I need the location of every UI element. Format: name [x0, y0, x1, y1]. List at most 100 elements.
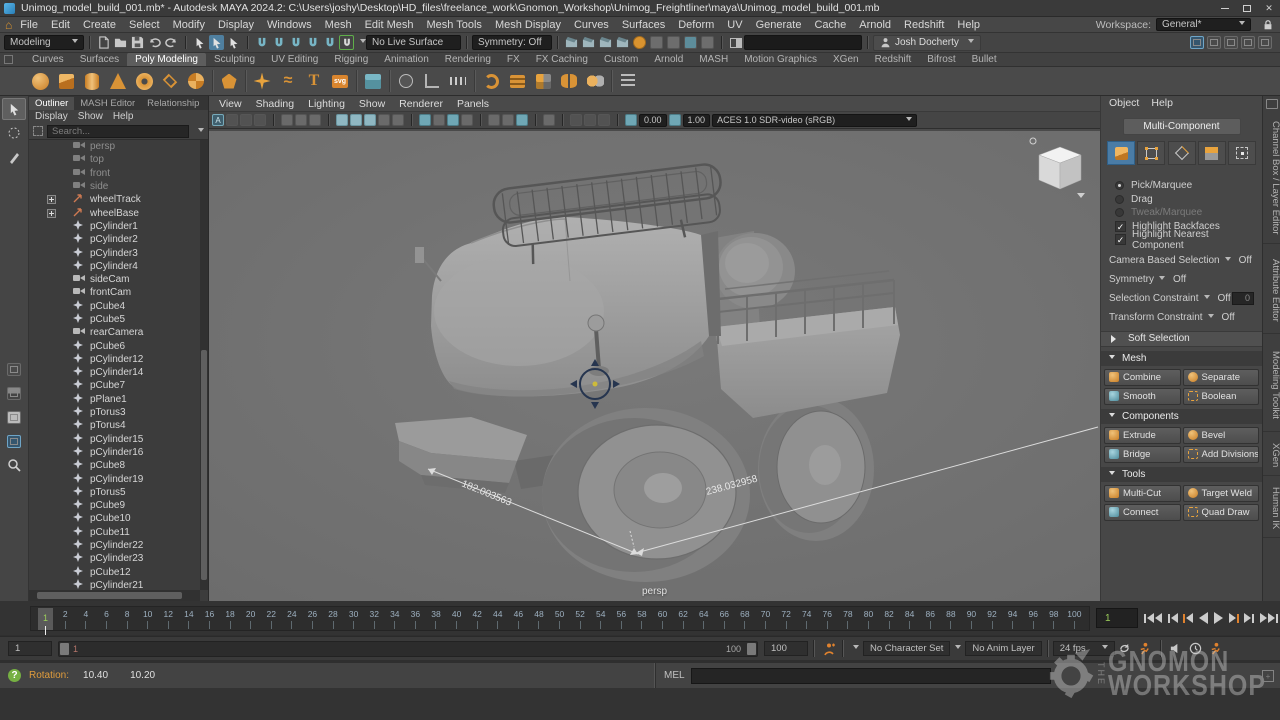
outliner-item[interactable]: pCylinder1 [29, 220, 200, 233]
paint-select-tool[interactable] [2, 146, 26, 168]
shelf-origin-icon[interactable] [448, 71, 468, 91]
radio-pick-marquee[interactable]: Pick/Marquee [1101, 179, 1262, 193]
outliner-item[interactable]: sideCam [29, 273, 200, 286]
outliner-item[interactable]: pCylinder12 [29, 353, 200, 366]
timeline-ruler[interactable]: 1 24681012141618202224262830323436384042… [30, 606, 1090, 631]
command-line-input[interactable] [691, 668, 1051, 684]
workspace-selector[interactable]: General* [1156, 18, 1251, 31]
menu-item[interactable]: Mesh Display [495, 19, 561, 31]
shelf-svg-icon[interactable]: svg [330, 71, 350, 91]
outliner-item[interactable]: rearCamera [29, 326, 200, 339]
paint-effects-icon[interactable] [666, 35, 681, 50]
shelf-tab[interactable]: Curves [24, 53, 72, 66]
lock-camera-icon[interactable] [226, 114, 238, 126]
go-to-start-button[interactable] [1144, 611, 1162, 625]
viewport-menu-item[interactable]: Shading [256, 98, 295, 110]
shelf-text-icon[interactable]: T [304, 71, 324, 91]
outliner-item[interactable]: pCylinder23 [29, 552, 200, 565]
minimize-button[interactable] [1214, 0, 1236, 16]
vertex-mode-button[interactable] [1137, 141, 1165, 165]
outliner-item[interactable]: front [29, 167, 200, 180]
snap-viewplane-icon[interactable] [322, 35, 337, 50]
layout-single-pane-button[interactable] [2, 358, 26, 380]
menu-item[interactable]: Surfaces [622, 19, 665, 31]
use-all-lights-icon[interactable] [378, 114, 390, 126]
menu-item[interactable]: Curves [574, 19, 609, 31]
outliner-horizontal-scrollbar[interactable] [29, 590, 200, 601]
outliner-item[interactable]: top [29, 153, 200, 166]
hypershade-icon[interactable] [683, 35, 698, 50]
select-camera-icon[interactable]: A [212, 114, 224, 126]
setting-symmetry[interactable]: SymmetryOff [1101, 270, 1262, 289]
menu-item[interactable]: Select [129, 19, 160, 31]
outliner-menu-item[interactable]: Help [113, 111, 134, 122]
snap-projected-icon[interactable] [305, 35, 320, 50]
field-chart-icon[interactable] [584, 114, 596, 126]
shelf-tab[interactable]: Sculpting [206, 53, 263, 66]
menu-item[interactable]: UV [727, 19, 742, 31]
shelf-node-icon[interactable] [396, 71, 416, 91]
outliner-item[interactable]: frontCam [29, 286, 200, 299]
menu-item[interactable]: Generate [756, 19, 802, 31]
outliner-item[interactable]: pCylinder15 [29, 433, 200, 446]
outliner-item[interactable]: pCube10 [29, 512, 200, 525]
close-button[interactable]: ✕ [1258, 0, 1280, 16]
render-icon[interactable] [564, 35, 579, 50]
outliner-tab[interactable]: Relationship [141, 97, 205, 110]
shelf-list-icon[interactable] [618, 71, 638, 91]
section-header-tools[interactable]: Tools [1101, 467, 1262, 482]
menu-set-selector[interactable]: Modeling [4, 35, 84, 50]
make-live-icon[interactable] [339, 35, 354, 50]
tab-attribute-editor[interactable]: Attribute Editor [1263, 248, 1280, 334]
screen-space-ao-icon[interactable] [419, 114, 431, 126]
setting-camera-based-selection[interactable]: Camera Based SelectionOff [1101, 251, 1262, 270]
viewport-menu-item[interactable]: View [219, 98, 242, 110]
multi-component-mode-button[interactable] [1228, 141, 1256, 165]
gate-mask-icon[interactable] [570, 114, 582, 126]
menu-item[interactable]: Cache [814, 19, 846, 31]
outliner-tab[interactable]: Outliner [29, 97, 74, 110]
sidebar-modeling-toolkit-toggle[interactable] [1190, 36, 1204, 49]
open-scene-icon[interactable] [113, 35, 128, 50]
shelf-tab[interactable]: Rendering [437, 53, 499, 66]
outliner-item[interactable]: pCylinder22 [29, 539, 200, 552]
exposure-field[interactable]: 0.00 [639, 114, 667, 127]
menu-item[interactable]: Redshift [904, 19, 944, 31]
shelf-tab[interactable]: Motion Graphics [736, 53, 825, 66]
no-texture-icon[interactable] [649, 35, 664, 50]
menu-item[interactable]: Display [218, 19, 254, 31]
menu-item[interactable]: Mesh [325, 19, 352, 31]
viewport-menu-item[interactable]: Renderer [399, 98, 443, 110]
object-mode-button[interactable] [1107, 141, 1135, 165]
viewport-menu-item[interactable]: Show [359, 98, 385, 110]
shelf-tab[interactable]: XGen [825, 53, 867, 66]
outliner-item[interactable]: wheelTrack [29, 193, 200, 206]
auto-key-icon[interactable] [1135, 642, 1155, 655]
select-component-icon[interactable] [226, 35, 241, 50]
home-icon[interactable]: ⌂ [5, 18, 12, 32]
outliner-item[interactable]: pCylinder3 [29, 246, 200, 259]
section-header-components[interactable]: Components [1101, 409, 1262, 424]
toolkit-button-boolean[interactable]: Boolean [1183, 388, 1260, 405]
render-sequence-icon[interactable] [615, 35, 630, 50]
outliner-vertical-scrollbar[interactable] [200, 140, 208, 590]
menu-item[interactable]: Help [957, 19, 980, 31]
outliner-item[interactable]: pCube9 [29, 499, 200, 512]
2d-pan-zoom-icon[interactable] [295, 114, 307, 126]
shelf-tab[interactable]: FX [499, 53, 528, 66]
animation-prefs-icon[interactable] [1206, 642, 1226, 655]
shelf-plane-icon[interactable] [160, 71, 180, 91]
outliner-item[interactable]: persp [29, 140, 200, 153]
current-time-indicator[interactable]: 1 [38, 608, 53, 630]
range-start-handle[interactable] [60, 643, 69, 655]
symmetry-field[interactable]: Symmetry: Off [472, 35, 552, 50]
command-line-label[interactable]: MEL [664, 670, 685, 681]
sidebar-tool-settings-toggle[interactable] [1241, 36, 1255, 49]
section-header-mesh[interactable]: Mesh [1101, 351, 1262, 366]
exposure-icon[interactable] [625, 114, 637, 126]
user-account-button[interactable]: Josh Docherty [873, 35, 981, 51]
zoom-tool[interactable] [2, 454, 26, 476]
lock-icon[interactable] [1262, 19, 1274, 31]
toolkit-button-bevel[interactable]: Bevel [1183, 427, 1260, 444]
outliner-item[interactable]: pTorus5 [29, 486, 200, 499]
